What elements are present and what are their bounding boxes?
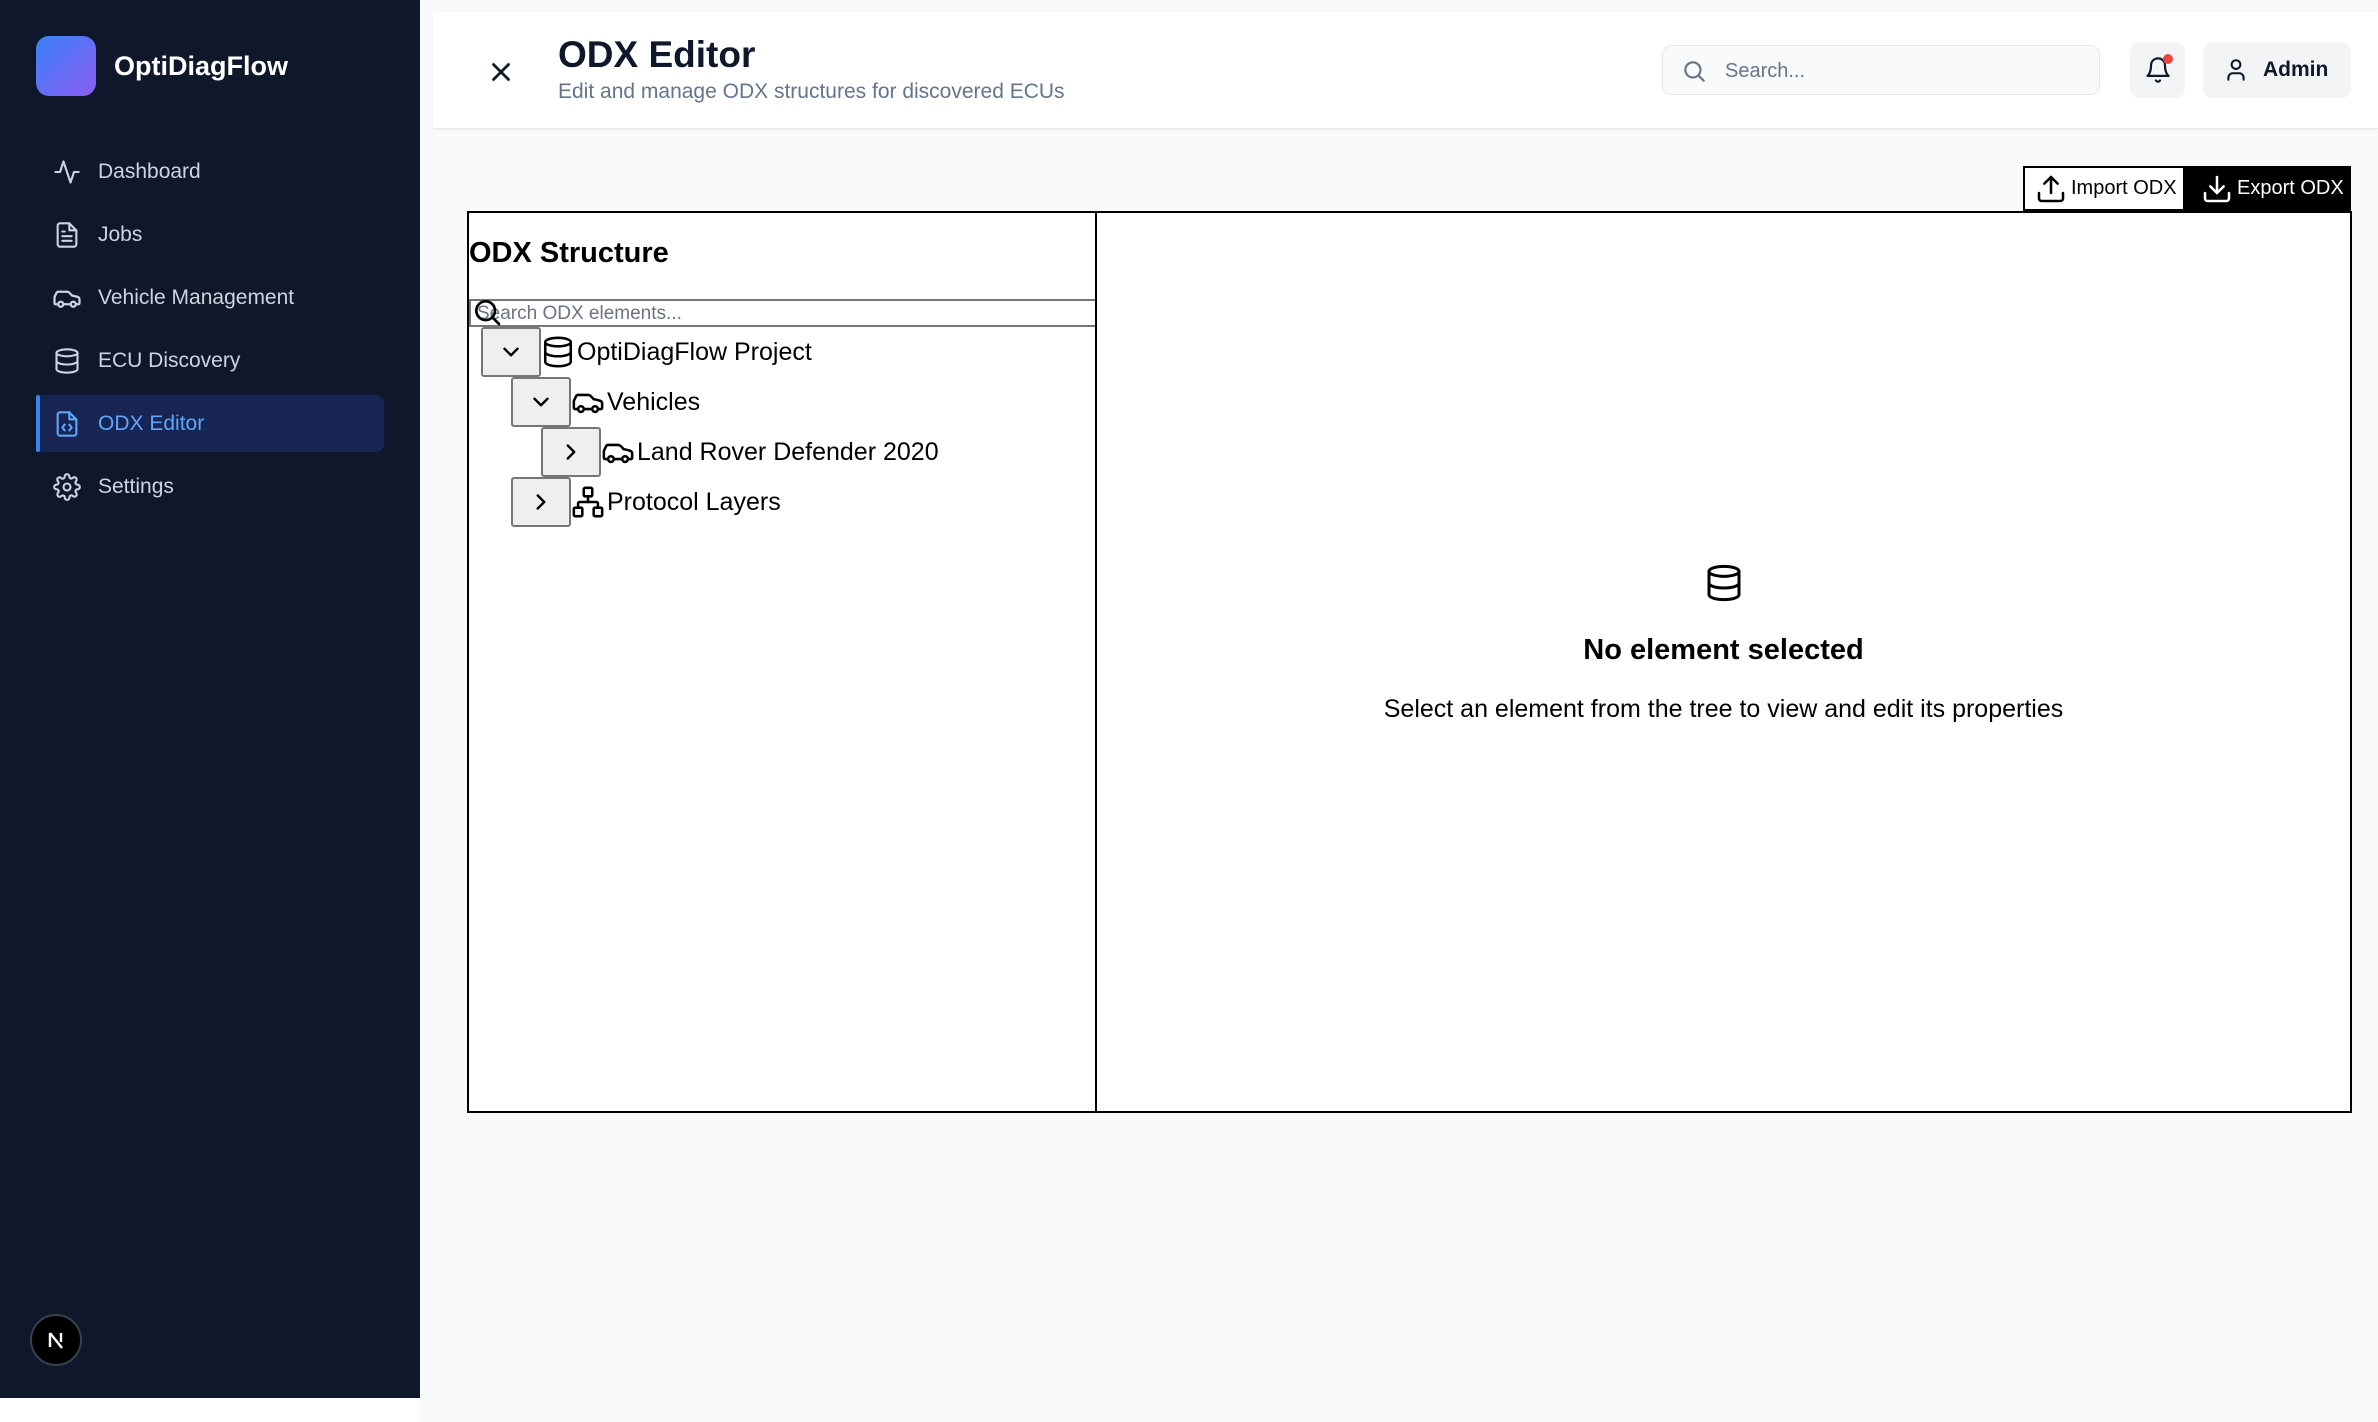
tree-node-label: Vehicles (607, 387, 701, 416)
expand-toggle[interactable] (541, 427, 601, 477)
upload-icon (2037, 175, 2065, 202)
sidebar-item-ecu-discovery[interactable]: ECU Discovery (36, 332, 384, 389)
global-search[interactable] (1662, 45, 2100, 95)
tree-node-label: Land Rover Defender 2020 (637, 437, 939, 466)
logo-mark-icon (36, 36, 96, 96)
tree-node-land-rover[interactable]: Land Rover Defender 2020 (541, 427, 939, 477)
expand-toggle[interactable] (511, 477, 571, 527)
page-subtitle: Edit and manage ODX structures for disco… (558, 80, 1065, 103)
dev-tools-badge[interactable] (30, 1314, 82, 1366)
sidebar-nav: Dashboard Jobs Vehicle Management ECU Di… (36, 143, 384, 521)
close-button[interactable] (479, 50, 523, 94)
tree-node-label: Protocol Layers (607, 487, 781, 516)
tree-title: ODX Structure (469, 237, 669, 269)
collapse-toggle[interactable] (481, 327, 541, 377)
import-odx-label: Import ODX (2071, 177, 2177, 199)
app-name: OptiDiagFlow (114, 50, 288, 81)
tree-node-project[interactable]: OptiDiagFlow Project (481, 327, 812, 377)
sidebar-item-jobs[interactable]: Jobs (36, 206, 384, 263)
sidebar-item-dashboard[interactable]: Dashboard (36, 143, 384, 200)
tree-node-protocol-layers[interactable]: Protocol Layers (511, 477, 781, 527)
search-input[interactable] (1723, 54, 2087, 88)
import-odx-button[interactable]: Import ODX (2023, 166, 2185, 211)
network-icon (571, 485, 605, 519)
element-details-panel: No element selected Select an element fr… (1095, 211, 2352, 1113)
user-icon (2227, 59, 2245, 81)
user-name: Admin (2263, 58, 2329, 81)
database-icon (52, 346, 82, 376)
n-logo-icon (48, 1332, 63, 1349)
sidebar-footer-strip (0, 1398, 420, 1422)
sidebar-item-label: Vehicle Management (98, 285, 295, 309)
sidebar-item-label: Settings (98, 474, 174, 498)
sidebar-item-label: ODX Editor (98, 411, 205, 435)
page-title: ODX Editor (558, 34, 756, 75)
car-icon (571, 385, 605, 419)
tree-node-vehicles[interactable]: Vehicles (511, 377, 700, 427)
sidebar-item-label: Dashboard (98, 159, 201, 183)
database-icon (1704, 563, 1744, 608)
gear-icon (52, 472, 82, 502)
tree-search-input[interactable] (475, 302, 1079, 326)
empty-state-title: No element selected (1583, 634, 1864, 666)
chevron-right-icon (536, 494, 546, 510)
odx-structure-panel: ODX Structure OptiDiagFlow Project Vehic… (467, 211, 1105, 1113)
file-code-icon (52, 409, 82, 439)
sidebar-item-odx-editor[interactable]: ODX Editor (36, 395, 384, 452)
top-header: ODX Editor Edit and manage ODX structure… (433, 12, 2378, 129)
file-text-icon (52, 220, 82, 250)
empty-state-description: Select an element from the tree to view … (1383, 695, 2064, 723)
sidebar: OptiDiagFlow Dashboard Jobs Vehicle Mana… (0, 0, 420, 1398)
collapse-toggle[interactable] (511, 377, 571, 427)
close-icon (492, 63, 510, 81)
tree-search[interactable] (469, 299, 1105, 327)
search-icon (1681, 58, 1707, 89)
sidebar-item-settings[interactable]: Settings (36, 458, 384, 515)
export-odx-button[interactable]: Export ODX (2185, 166, 2351, 211)
tree-node-label: OptiDiagFlow Project (577, 337, 812, 366)
app-logo[interactable]: OptiDiagFlow (36, 36, 288, 96)
chevron-down-icon (533, 397, 549, 407)
chevron-right-icon (566, 444, 576, 460)
car-icon (601, 435, 635, 469)
empty-state: No element selected Select an element fr… (1097, 563, 2350, 724)
car-icon (52, 283, 82, 313)
notifications-button[interactable] (2130, 42, 2185, 98)
export-odx-label: Export ODX (2237, 177, 2344, 199)
sidebar-item-vehicle-management[interactable]: Vehicle Management (36, 269, 384, 326)
sidebar-item-label: Jobs (98, 222, 143, 246)
database-icon (541, 335, 575, 369)
sidebar-item-label: ECU Discovery (98, 348, 241, 372)
chevron-down-icon (503, 347, 519, 357)
user-menu-button[interactable]: Admin (2203, 42, 2351, 98)
notification-dot (2163, 54, 2173, 64)
activity-icon (52, 157, 82, 187)
download-icon (2203, 175, 2231, 202)
